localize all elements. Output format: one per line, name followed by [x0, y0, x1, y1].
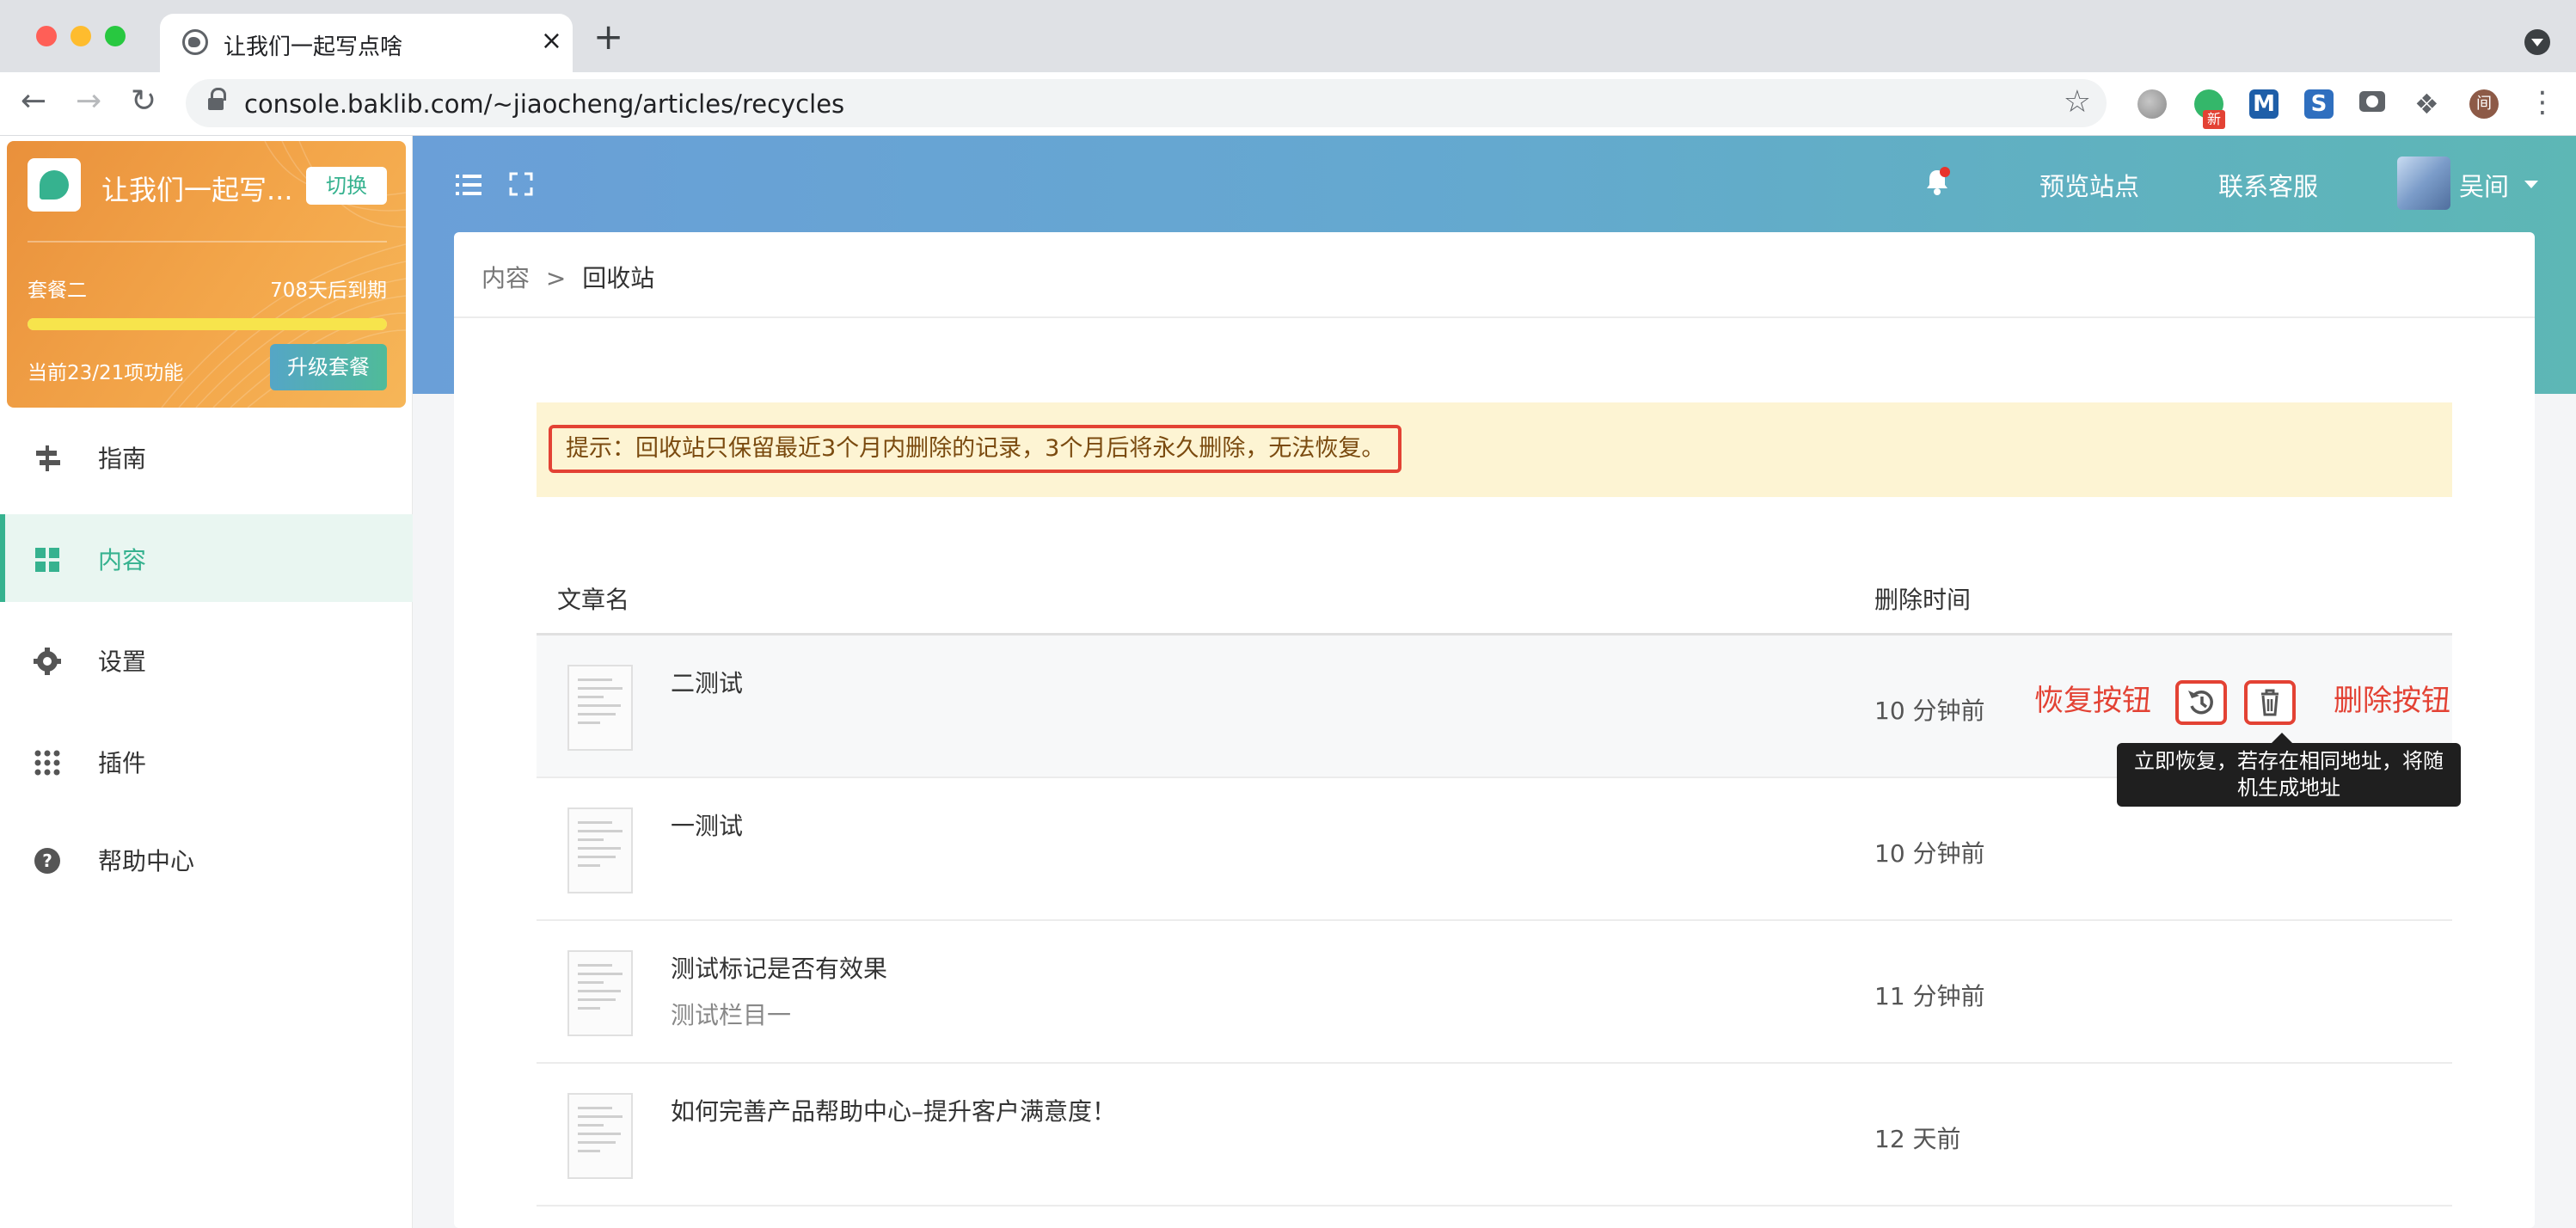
tab-title: 让我们一起写点啥 [224, 34, 403, 60]
tab-search-button[interactable] [2524, 29, 2550, 55]
back-button[interactable]: ← [21, 86, 46, 117]
browser-toolbar: ← → ↻ console.baklib.com/~jiaocheng/arti… [0, 72, 2576, 136]
sidebar-item-plugins[interactable]: 插件 [0, 717, 413, 805]
tooltip-line: 立即恢复，若存在相同地址，将随 [2134, 749, 2444, 773]
more-menu-icon[interactable]: ⋮ [2528, 88, 2557, 119]
zoom-window-button[interactable] [105, 26, 126, 46]
article-title[interactable]: 如何完善产品帮助中心–提升客户满意度！ [671, 1093, 1116, 1127]
help-icon: ? [33, 846, 62, 875]
article-title[interactable]: 二测试 [671, 665, 743, 699]
forward-button[interactable]: → [76, 86, 101, 117]
dots-grid-icon [33, 748, 62, 777]
sidebar: 让我们一起写... 切换 套餐二 708天后到期 当前23/21项功能 升级套餐… [0, 136, 413, 1228]
profile-avatar[interactable]: 间 [2469, 89, 2499, 119]
article-thumbnail [567, 1093, 633, 1179]
sidebar-item-help-center[interactable]: ? 帮助中心 [0, 815, 413, 903]
sidebar-item-settings[interactable]: 设置 [0, 616, 413, 703]
table-row[interactable]: 测试标记是否有效果 测试栏目一 11 分钟前 [537, 921, 2452, 1064]
article-thumbnail [567, 665, 633, 751]
user-avatar[interactable] [2397, 157, 2450, 210]
article-title[interactable]: 一测试 [671, 807, 743, 842]
article-category: 测试栏目一 [671, 1001, 792, 1029]
deleted-time: 10 分钟前 [1874, 697, 1985, 725]
upgrade-plan-button[interactable]: 升级套餐 [270, 344, 387, 390]
close-window-button[interactable] [36, 26, 57, 46]
fullscreen-icon[interactable] [509, 172, 533, 196]
svg-text:?: ? [42, 850, 52, 871]
globe-icon [182, 29, 208, 55]
switch-site-button[interactable]: 切换 [306, 167, 387, 205]
sidebar-item-label: 插件 [98, 749, 147, 777]
card-divider [28, 241, 387, 243]
plan-progress-fill [28, 318, 387, 330]
bookmark-star-icon[interactable]: ☆ [2064, 84, 2091, 120]
user-menu-caret-icon[interactable] [2524, 181, 2538, 188]
signpost-icon [33, 444, 62, 473]
recycle-notice: 提示：回收站只保留最近3个月内删除的记录，3个月后将永久删除，无法恢复。 [537, 402, 2452, 497]
y-extension-icon[interactable]: 新 [2194, 89, 2225, 129]
plan-expiry: 708天后到期 [270, 279, 387, 302]
new-badge: 新 [2203, 110, 2225, 129]
lock-icon [208, 88, 226, 110]
reload-button[interactable]: ↻ [131, 86, 156, 117]
deleted-time: 10 分钟前 [1874, 839, 1985, 868]
tab-close-button[interactable]: × [541, 26, 562, 56]
deleted-time: 11 分钟前 [1874, 982, 1985, 1010]
content-card: 内容 > 回收站 提示：回收站只保留最近3个月内删除的记录，3个月后将永久删除，… [454, 232, 2535, 1228]
preview-site-link[interactable]: 预览站点 [2039, 167, 2139, 203]
user-name[interactable]: 吴间 [2459, 167, 2509, 203]
bell-icon[interactable] [1924, 167, 1950, 196]
sidebar-item-content[interactable]: 内容 [0, 514, 413, 602]
contact-support-link[interactable]: 联系客服 [2218, 167, 2318, 203]
s-extension-icon[interactable]: S [2304, 89, 2334, 119]
breadcrumb-divider [454, 316, 2535, 318]
restore-icon [2188, 690, 2213, 715]
url-text: console.baklib.com/~jiaocheng/articles/r… [244, 89, 845, 119]
restore-annotation: 恢复按钮 [2034, 684, 2151, 718]
browser-tab-strip: 让我们一起写点啥 × + [0, 0, 2576, 72]
globe-extension-icon[interactable] [2137, 89, 2167, 119]
tooltip-line: 机生成地址 [2237, 776, 2340, 800]
feature-count: 当前23/21项功能 [28, 362, 184, 384]
site-logo [28, 158, 81, 212]
minimize-window-button[interactable] [71, 26, 91, 46]
sidebar-item-label: 帮助中心 [98, 847, 195, 875]
breadcrumb-separator: > [545, 264, 567, 292]
delete-button[interactable] [2244, 680, 2296, 725]
breadcrumb: 内容 > 回收站 [481, 260, 654, 294]
notice-text: 提示：回收站只保留最近3个月内删除的记录，3个月后将永久删除，无法恢复。 [549, 425, 1402, 473]
delete-annotation: 删除按钮 [2334, 684, 2450, 718]
breadcrumb-parent[interactable]: 内容 [481, 264, 530, 292]
restore-button[interactable] [2175, 680, 2227, 725]
new-tab-button[interactable]: + [593, 19, 623, 55]
deleted-time: 12 天前 [1874, 1125, 1961, 1153]
plan-progress-bar [28, 318, 387, 330]
puzzle-icon[interactable]: ❖ [2414, 89, 2444, 119]
column-header-article: 文章名 [557, 586, 630, 614]
sidebar-item-label: 设置 [98, 648, 147, 676]
m-extension-icon[interactable]: M [2249, 89, 2279, 119]
article-thumbnail [567, 950, 633, 1036]
column-header-deleted-time: 删除时间 [1874, 586, 1972, 614]
table-row[interactable]: 如何完善产品帮助中心–提升客户满意度！ 12 天前 [537, 1064, 2452, 1207]
article-thumbnail [567, 807, 633, 893]
restore-tooltip: 立即恢复，若存在相同地址，将随 机生成地址 [2117, 733, 2461, 807]
breadcrumb-current: 回收站 [582, 264, 655, 292]
sidebar-item-label: 指南 [98, 445, 147, 473]
trash-icon [2261, 689, 2279, 716]
address-bar[interactable]: console.baklib.com/~jiaocheng/articles/r… [186, 79, 2107, 127]
plan-name: 套餐二 [28, 279, 87, 302]
camera-icon[interactable] [2359, 91, 2385, 112]
grid-icon [33, 545, 62, 574]
site-name: 让我们一起写... [101, 174, 293, 206]
gear-icon [33, 647, 62, 676]
sidebar-item-label: 内容 [98, 546, 147, 574]
site-card: 让我们一起写... 切换 套餐二 708天后到期 当前23/21项功能 升级套餐 [7, 141, 406, 408]
browser-tab[interactable]: 让我们一起写点啥 × [160, 14, 573, 72]
article-title[interactable]: 测试标记是否有效果 [671, 950, 887, 985]
sidebar-item-guide[interactable]: 指南 [0, 413, 413, 500]
list-icon[interactable] [456, 174, 481, 196]
